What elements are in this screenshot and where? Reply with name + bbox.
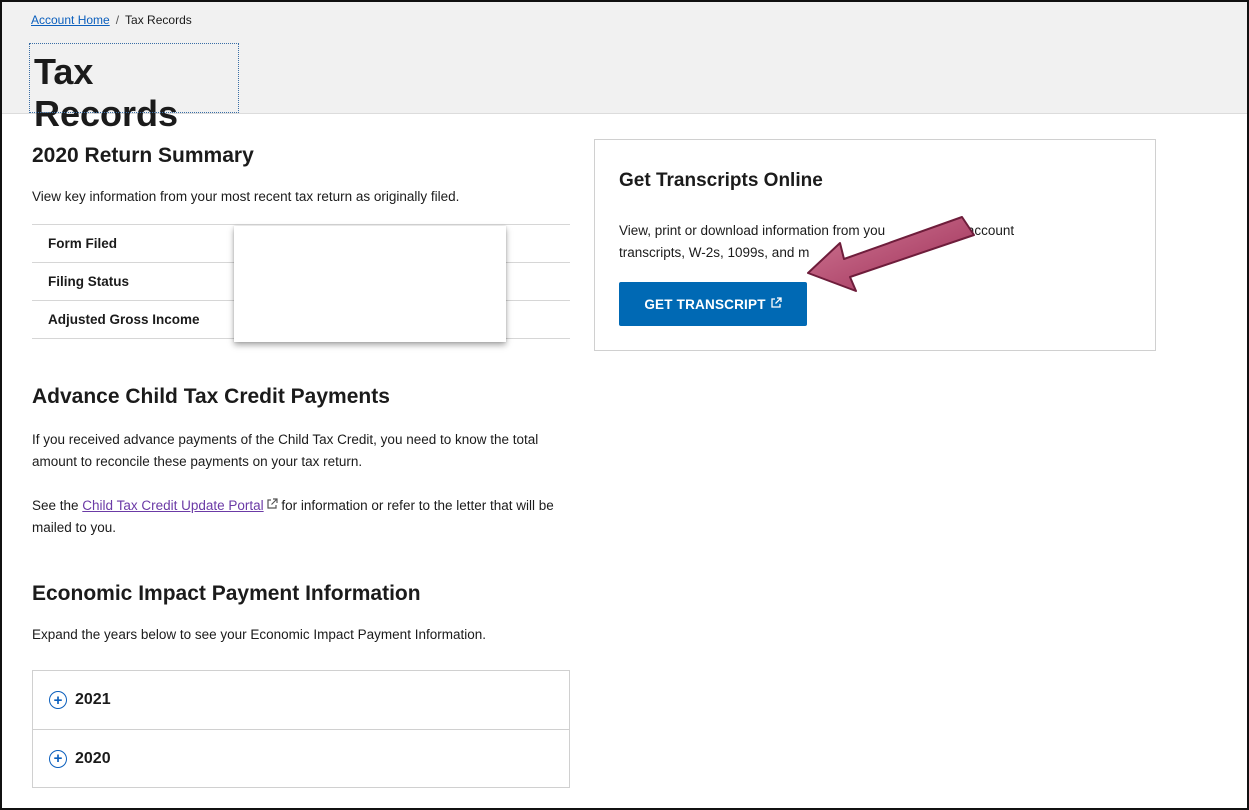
get-transcript-label: GET TRANSCRIPT — [644, 296, 766, 312]
page-title: Tax Records — [29, 43, 239, 134]
eip-title: Economic Impact Payment Information — [32, 582, 421, 605]
transcripts-description: View, print or download information from… — [619, 220, 1099, 264]
accordion-item-2021[interactable]: + 2021 — [33, 671, 569, 729]
get-transcript-button[interactable]: GET TRANSCRIPT — [619, 282, 807, 326]
transcripts-desc-part-2: urns, account — [933, 223, 1015, 238]
eip-description: Expand the years below to see your Econo… — [32, 627, 486, 642]
summary-row-label: Filing Status — [48, 274, 129, 289]
breadcrumb-separator: / — [115, 13, 120, 27]
summary-description: View key information from your most rece… — [32, 189, 460, 204]
accordion-item-2020[interactable]: + 2020 — [33, 729, 569, 787]
ctc-paragraph: If you received advance payments of the … — [32, 432, 539, 469]
external-link-icon — [266, 498, 278, 513]
transcripts-card: Get Transcripts Online View, print or do… — [594, 139, 1156, 351]
summary-row-label: Adjusted Gross Income — [48, 312, 200, 327]
external-link-icon — [770, 296, 782, 312]
ctc-portal-prefix: See the — [32, 498, 83, 513]
transcripts-desc-part-1: View, print or download information from… — [619, 223, 886, 238]
redaction-box — [234, 226, 506, 342]
summary-row-label: Form Filed — [48, 236, 118, 251]
plus-circle-icon: + — [49, 691, 67, 709]
ctc-title: Advance Child Tax Credit Payments — [32, 385, 390, 408]
page-header: Account Home / Tax Records Tax Records — [2, 2, 1247, 134]
eip-accordion: + 2021 + 2020 — [32, 670, 570, 788]
ctc-portal-paragraph: See the Child Tax Credit Update Portal f… — [32, 495, 572, 539]
breadcrumb: Account Home / Tax Records — [31, 13, 192, 27]
breadcrumb-current: Tax Records — [125, 13, 192, 27]
accordion-year-label: 2020 — [75, 749, 111, 767]
transcripts-desc-part-3: transcripts, W-2s, 1099s, and m — [619, 245, 810, 260]
breadcrumb-home-link[interactable]: Account Home — [31, 13, 110, 27]
summary-title: 2020 Return Summary — [32, 144, 254, 167]
ctc-portal-link[interactable]: Child Tax Credit Update Portal — [82, 498, 263, 513]
page-frame: Account Home / Tax Records Tax Records 202… — [0, 0, 1249, 810]
accordion-year-label: 2021 — [75, 691, 111, 708]
plus-circle-icon: + — [49, 749, 67, 768]
transcripts-title: Get Transcripts Online — [619, 170, 823, 191]
